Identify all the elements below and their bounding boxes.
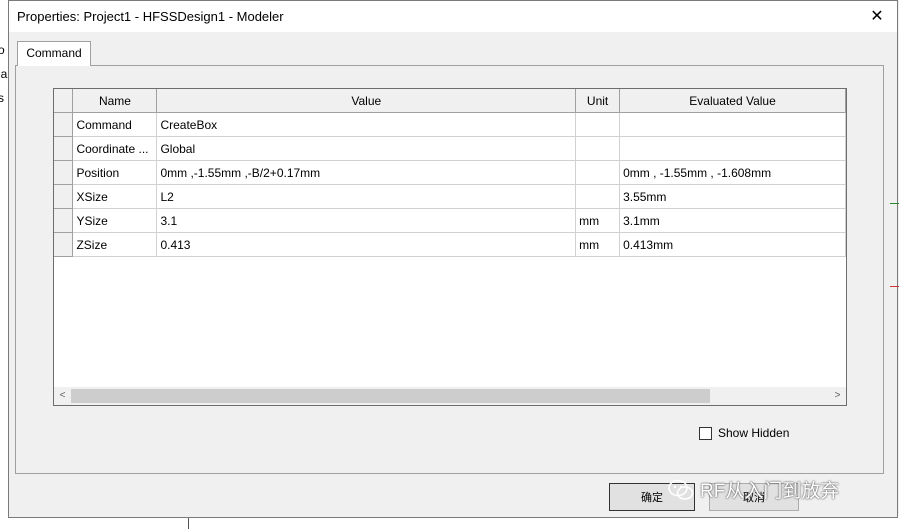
close-button[interactable]: ✕ — [865, 4, 889, 28]
cell-value[interactable]: Global — [156, 136, 577, 161]
scroll-left-icon[interactable]: < — [54, 387, 71, 405]
background-letter: la — [0, 67, 8, 81]
cell-evaluated — [619, 112, 846, 137]
show-hidden-label: Show Hidden — [718, 426, 790, 440]
cell-unit[interactable]: mm — [575, 208, 621, 233]
window-title: Properties: Project1 - HFSSDesign1 - Mod… — [17, 9, 284, 24]
table-row[interactable]: YSize 3.1 mm 3.1mm — [54, 208, 846, 233]
background-text: o la s — [0, 38, 8, 110]
cell-evaluated: 3.1mm — [619, 208, 846, 233]
cell-name[interactable]: XSize — [72, 184, 158, 209]
column-header-unit[interactable]: Unit — [575, 89, 621, 113]
background-letter: o — [0, 43, 5, 57]
row-header[interactable] — [54, 208, 74, 233]
background-letter: s — [0, 91, 4, 105]
tab-label: Command — [26, 46, 82, 60]
row-header[interactable] — [54, 160, 74, 185]
row-header-corner[interactable] — [54, 89, 74, 113]
cell-value[interactable]: CreateBox — [156, 112, 577, 137]
scrollbar-thumb[interactable] — [71, 389, 710, 403]
properties-dialog: Properties: Project1 - HFSSDesign1 - Mod… — [8, 0, 898, 518]
table-row[interactable]: XSize L2 3.55mm — [54, 184, 846, 209]
cell-value[interactable]: 0.413 — [156, 232, 577, 257]
show-hidden-checkbox[interactable]: Show Hidden — [699, 426, 789, 440]
column-header-name[interactable]: Name — [72, 89, 158, 113]
cell-value[interactable]: 3.1 — [156, 208, 577, 233]
cell-evaluated: 3.55mm — [619, 184, 846, 209]
column-header-value[interactable]: Value — [156, 89, 577, 113]
cell-name[interactable]: Command — [72, 112, 158, 137]
table-row[interactable]: ZSize 0.413 mm 0.413mm — [54, 232, 846, 257]
scroll-right-icon[interactable]: > — [829, 387, 846, 405]
cell-value[interactable]: 0mm ,-1.55mm ,-B/2+0.17mm — [156, 160, 577, 185]
row-header[interactable] — [54, 112, 74, 137]
cell-evaluated: 0mm , -1.55mm , -1.608mm — [619, 160, 846, 185]
cell-name[interactable]: Position — [72, 160, 158, 185]
table-row[interactable]: Coordinate ... Global — [54, 136, 846, 161]
row-header[interactable] — [54, 184, 74, 209]
ok-button-label: 确定 — [641, 492, 663, 504]
close-icon: ✕ — [870, 8, 884, 25]
cell-unit[interactable] — [575, 184, 621, 209]
title-bar[interactable]: Properties: Project1 - HFSSDesign1 - Mod… — [9, 1, 897, 32]
cell-unit[interactable] — [575, 160, 621, 185]
cell-value[interactable]: L2 — [156, 184, 577, 209]
row-header[interactable] — [54, 232, 74, 257]
column-header-evaluated-value[interactable]: Evaluated Value — [619, 89, 846, 113]
cell-unit[interactable]: mm — [575, 232, 621, 257]
grid-header-row: Name Value Unit Evaluated Value — [54, 89, 846, 113]
wechat-icon — [668, 479, 694, 500]
properties-grid: Name Value Unit Evaluated Value Command … — [53, 88, 847, 406]
row-header[interactable] — [54, 136, 74, 161]
cell-evaluated — [619, 136, 846, 161]
tab-command[interactable]: Command — [17, 41, 91, 66]
watermark: RF从入门到放弃 — [668, 476, 839, 503]
horizontal-scrollbar[interactable]: < > — [54, 387, 846, 405]
background-green-line — [890, 203, 899, 204]
cell-unit[interactable] — [575, 112, 621, 137]
watermark-text: RF从入门到放弃 — [700, 481, 840, 502]
cell-name[interactable]: Coordinate ... — [72, 136, 158, 161]
table-row[interactable]: Command CreateBox — [54, 112, 846, 137]
cell-name[interactable]: ZSize — [72, 232, 158, 257]
properties-table: Name Value Unit Evaluated Value Command … — [54, 89, 846, 257]
background-red-line — [890, 286, 899, 287]
cell-unit[interactable] — [575, 136, 621, 161]
table-row[interactable]: Position 0mm ,-1.55mm ,-B/2+0.17mm 0mm ,… — [54, 160, 846, 185]
checkbox-box[interactable] — [699, 426, 712, 440]
cell-name[interactable]: YSize — [72, 208, 158, 233]
cell-evaluated: 0.413mm — [619, 232, 846, 257]
